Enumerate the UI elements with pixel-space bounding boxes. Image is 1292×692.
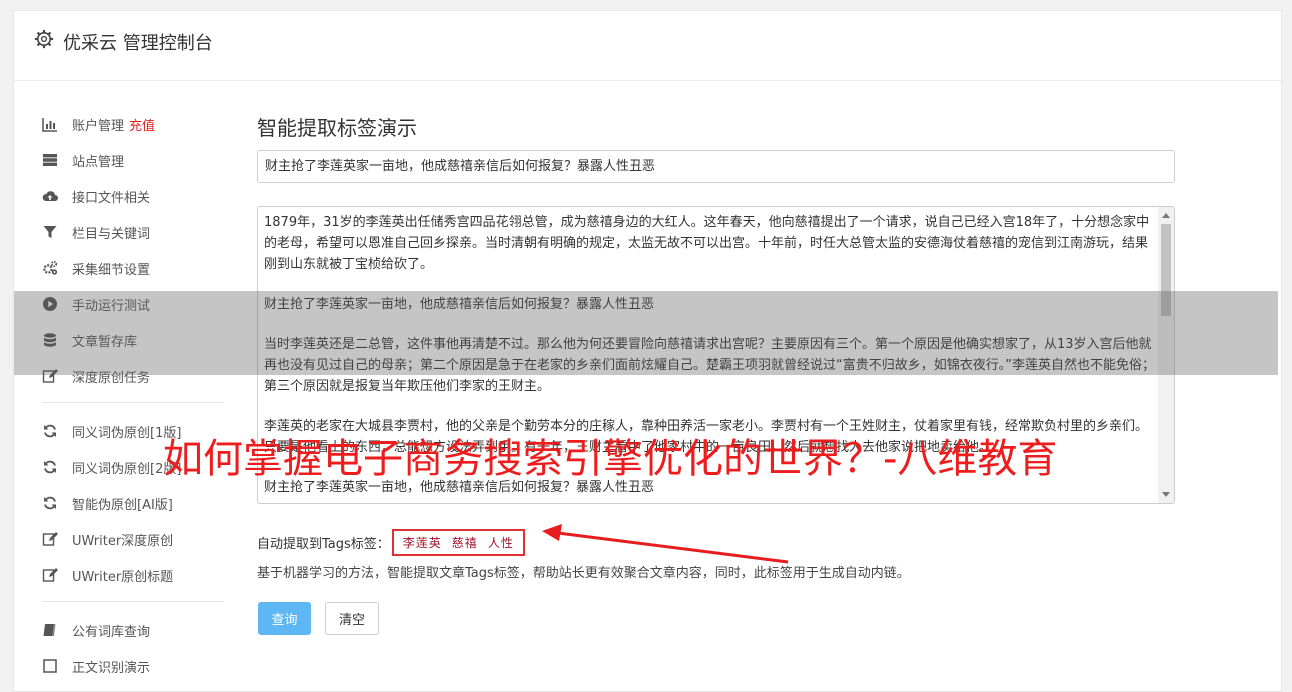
tag-item: 李莲英	[402, 535, 442, 550]
scroll-down-arrow-icon[interactable]	[1162, 492, 1170, 497]
sidebar-item-sites[interactable]: 站点管理	[42, 142, 224, 178]
sidebar-item-collect-settings[interactable]: 采集细节设置	[42, 250, 224, 286]
sidebar-item-text-recognition[interactable]: 正文识别演示	[42, 648, 224, 684]
tags-box: 李莲英 慈禧 人性	[391, 528, 525, 556]
sidebar-item-api-files[interactable]: 接口文件相关	[42, 178, 224, 214]
sidebar-item-label: 站点管理	[72, 154, 125, 170]
page-title: 智能提取标签演示	[257, 116, 417, 140]
book-icon	[42, 622, 58, 638]
sidebar-nav: 账户管理 充值 站点管理 接口文件相关 栏目与关键词 采集细节设置 手动运行测试…	[42, 106, 224, 684]
sidebar-item-label: 接口文件相关	[72, 190, 151, 206]
edit-icon	[42, 531, 58, 547]
console-title: 优采云 管理控制台	[63, 33, 213, 54]
sidebar-item-columns-keywords[interactable]: 栏目与关键词	[42, 214, 224, 250]
tag-item: 人性	[487, 535, 514, 550]
refresh-icon	[42, 495, 58, 511]
sidebar-item-label: 采集细节设置	[72, 262, 151, 278]
filter-icon	[42, 224, 58, 240]
gray-overlay-band	[14, 291, 1278, 375]
sidebar-item-label: UWriter深度原创	[72, 533, 174, 549]
sidebar-item-ai-rewrite[interactable]: 智能伪原创[AI版]	[42, 485, 224, 521]
query-button[interactable]: 查询	[258, 602, 311, 635]
sidebar-item-label: UWriter原创标题	[72, 569, 174, 585]
sidebar-item-label: 智能伪原创[AI版]	[72, 497, 173, 513]
tags-row: 自动提取到Tags标签： 李莲英 慈禧 人性	[257, 527, 525, 557]
refresh-icon	[42, 423, 58, 439]
tags-label: 自动提取到Tags标签：	[257, 536, 390, 552]
cloud-upload-icon	[42, 188, 58, 204]
edit-icon	[42, 567, 58, 583]
sidebar-item-account[interactable]: 账户管理 充值	[42, 106, 224, 142]
recharge-link[interactable]: 充值	[129, 115, 155, 134]
annotation-arrow-icon	[542, 524, 789, 564]
bar-chart-icon	[42, 116, 58, 132]
sidebar-divider	[42, 402, 224, 403]
server-icon	[42, 152, 58, 168]
scroll-up-arrow-icon[interactable]	[1162, 213, 1170, 218]
sidebar-divider	[42, 601, 224, 602]
cogs-icon	[42, 260, 58, 276]
article-title-input[interactable]: 财主抢了李莲英家一亩地，他成慈禧亲信后如何报复？暴露人性丑恶	[257, 150, 1175, 183]
watermark-text: 如何掌握电子商务搜索引擎优化的世界？-八维教育	[163, 436, 1058, 482]
sidebar-item-uwriter-title[interactable]: UWriter原创标题	[42, 557, 224, 593]
sidebar-item-uwriter-deep[interactable]: UWriter深度原创	[42, 521, 224, 557]
sidebar-item-label: 公有词库查询	[72, 624, 151, 640]
sidebar-item-label: 正文识别演示	[72, 660, 151, 676]
console-header: 优采云 管理控制台	[14, 11, 1281, 81]
sidebar-item-label: 账户管理	[72, 118, 125, 134]
sidebar-item-public-dictionary[interactable]: 公有词库查询	[42, 612, 224, 648]
clear-button[interactable]: 清空	[325, 602, 379, 635]
main-content: 智能提取标签演示 财主抢了李莲英家一亩地，他成慈禧亲信后如何报复？暴露人性丑恶 …	[257, 107, 1177, 635]
refresh-icon	[42, 459, 58, 475]
gear-icon	[34, 29, 54, 49]
document-icon	[42, 658, 58, 674]
body-paragraph: 1879年，31岁的李莲英出任储秀宫四品花翎总管，成为慈禧身边的大红人。这年春天…	[264, 215, 1150, 272]
sidebar-item-label: 栏目与关键词	[72, 226, 151, 242]
tag-item: 慈禧	[451, 535, 478, 550]
